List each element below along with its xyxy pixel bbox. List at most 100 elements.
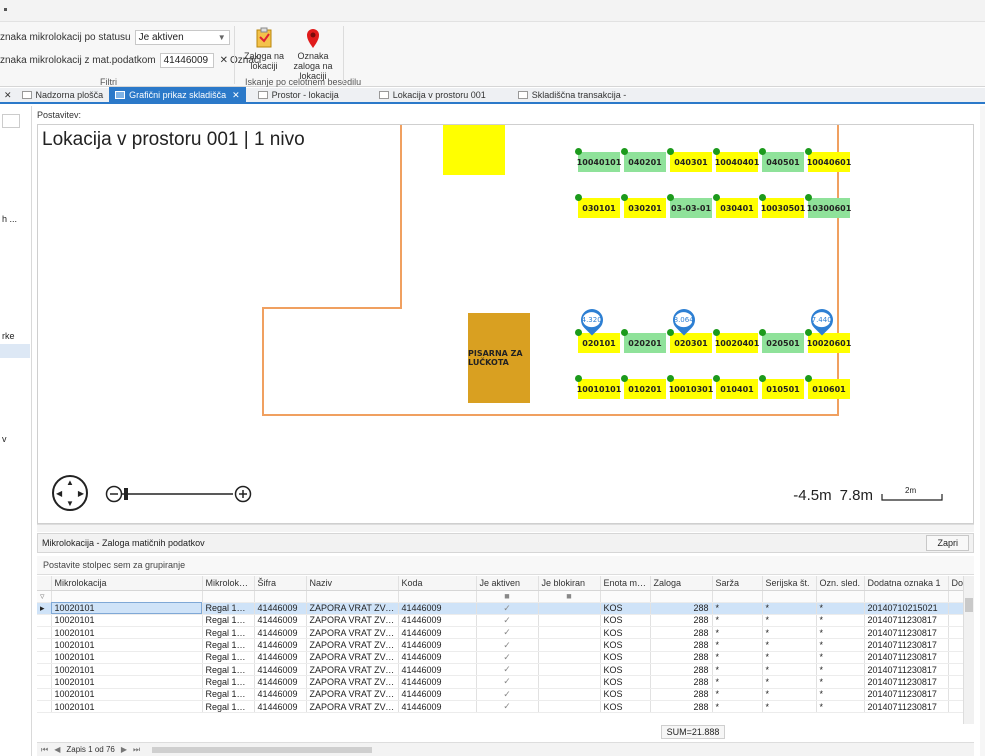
table-cell[interactable]: * <box>762 675 817 689</box>
column-header[interactable]: Je aktiven <box>476 576 539 591</box>
table-cell[interactable]: 10020101 <box>51 602 203 615</box>
table-cell[interactable]: 288 <box>650 614 713 628</box>
location-slot[interactable]: 10300601 <box>807 198 851 218</box>
table-cell[interactable] <box>538 700 601 714</box>
column-header[interactable]: Ozn. sled. <box>816 576 865 591</box>
close-button[interactable]: Zapri <box>926 535 969 551</box>
table-row[interactable]: 10020101 Regal 1002... 41446009 ZAPORA VRAT… <box>37 700 974 714</box>
first-page-icon[interactable]: ⏮ <box>41 745 48 755</box>
table-cell[interactable]: 41446009 <box>254 688 307 701</box>
pan-right-icon[interactable]: ▶ <box>78 489 84 498</box>
pan-control[interactable]: ▲ ▼ ◀ ▶ <box>52 475 88 511</box>
table-cell[interactable]: * <box>762 614 817 628</box>
close-icon[interactable]: ✕ <box>232 90 240 101</box>
table-cell[interactable]: Regal 1002... <box>202 688 255 701</box>
location-slot[interactable]: 10010101 <box>577 379 621 399</box>
table-cell[interactable]: 41446009 <box>398 675 477 689</box>
table-cell[interactable]: ✓ <box>476 688 539 701</box>
prev-page-icon[interactable]: ◀ <box>54 745 60 754</box>
table-cell[interactable]: 41446009 <box>254 675 307 689</box>
table-cell[interactable]: 41446009 <box>398 663 477 677</box>
group-panel[interactable]: Postavite stolpec sem za grupiranje <box>37 556 974 575</box>
location-slot[interactable]: 10040401 <box>715 152 759 172</box>
horizontal-scrollbar[interactable] <box>152 746 373 753</box>
table-cell[interactable]: Regal 1002... <box>202 700 255 714</box>
table-cell[interactable]: 20140710215021 <box>864 602 949 615</box>
location-slot[interactable]: 010401 <box>716 379 758 399</box>
menu-dot[interactable] <box>4 8 7 11</box>
location-slot[interactable]: 10020401 <box>715 333 759 353</box>
matdata-filter-input[interactable]: 41446009 <box>159 52 214 68</box>
tab-nadzorna-plosca[interactable]: Nadzorna plošča <box>16 87 110 103</box>
table-cell[interactable]: 10020101 <box>51 614 203 628</box>
table-cell[interactable]: * <box>712 700 763 714</box>
table-cell[interactable]: 41446009 <box>398 700 477 714</box>
table-cell[interactable]: * <box>712 688 763 701</box>
table-cell[interactable]: 10020101 <box>51 688 203 701</box>
table-cell[interactable]: Regal 1002... <box>202 638 255 652</box>
tab-lokacija-v-prostoru[interactable]: Lokacija v prostoru 001 <box>373 87 492 103</box>
table-row[interactable]: 10020101 Regal 1002... 41446009 ZAPORA VRAT… <box>37 626 974 640</box>
table-cell[interactable]: KOS <box>600 638 651 652</box>
table-cell[interactable]: ZAPORA VRAT ZV-446A... <box>306 700 399 714</box>
table-cell[interactable] <box>538 638 601 652</box>
table-cell[interactable]: ✓ <box>476 614 539 628</box>
splitter[interactable] <box>37 524 974 532</box>
table-cell[interactable]: 288 <box>650 700 713 714</box>
table-cell[interactable]: 41446009 <box>398 688 477 701</box>
table-cell[interactable]: ✓ <box>476 638 539 652</box>
left-nav-item[interactable]: h ... <box>2 214 17 224</box>
table-cell[interactable]: * <box>762 663 817 677</box>
table-cell[interactable]: 20140711230817 <box>864 614 949 628</box>
table-cell[interactable]: Regal 1002... <box>202 675 255 689</box>
column-header[interactable]: Sarža <box>712 576 763 591</box>
table-cell[interactable]: Regal 1002... <box>202 651 255 664</box>
pan-up-icon[interactable]: ▲ <box>66 478 74 487</box>
table-cell[interactable]: * <box>816 663 865 677</box>
table-cell[interactable]: 20140711230817 <box>864 663 949 677</box>
next-page-icon[interactable]: ▶ <box>121 745 127 754</box>
table-cell[interactable]: * <box>712 614 763 628</box>
table-cell[interactable]: KOS <box>600 614 651 628</box>
table-cell[interactable]: ZAPORA VRAT ZV-446A... <box>306 638 399 652</box>
table-cell[interactable]: * <box>816 602 865 615</box>
table-cell[interactable]: * <box>816 700 865 714</box>
table-cell[interactable]: 41446009 <box>398 602 477 615</box>
table-cell[interactable]: KOS <box>600 602 651 615</box>
column-header[interactable]: Zaloga <box>650 576 713 591</box>
tabs-close-icon[interactable]: ✕ <box>0 87 16 103</box>
column-header[interactable]: Serijska št. <box>762 576 817 591</box>
table-cell[interactable]: KOS <box>600 651 651 664</box>
table-cell[interactable]: ZAPORA VRAT ZV-446A... <box>306 614 399 628</box>
tab-skladiscna-transakcija[interactable]: Skladiščna transakcija - <box>512 87 633 103</box>
table-cell[interactable]: ZAPORA VRAT ZV-446A... <box>306 602 399 615</box>
tab-graficni-prikaz[interactable]: Grafični prikaz skladišča ✕ <box>109 87 246 103</box>
table-cell[interactable]: 288 <box>650 651 713 664</box>
table-cell[interactable] <box>538 602 601 615</box>
table-cell[interactable]: 20140711230817 <box>864 626 949 640</box>
column-header[interactable]: Enota mere <box>600 576 651 591</box>
stock-on-location-button[interactable]: Zaloga na lokaciji <box>238 27 290 71</box>
pan-down-icon[interactable]: ▼ <box>66 499 74 508</box>
table-cell[interactable]: 20140711230817 <box>864 688 949 701</box>
table-cell[interactable] <box>538 663 601 677</box>
table-cell[interactable]: 41446009 <box>254 614 307 628</box>
table-cell[interactable] <box>538 675 601 689</box>
table-cell[interactable]: * <box>762 651 817 664</box>
location-slot[interactable]: 020501 <box>762 333 804 353</box>
table-cell[interactable]: 10020101 <box>51 700 203 714</box>
table-cell[interactable]: ✓ <box>476 675 539 689</box>
tab-prostor-lokacija[interactable]: Prostor - lokacija <box>252 87 345 103</box>
table-cell[interactable]: KOS <box>600 675 651 689</box>
table-cell[interactable]: 10020101 <box>51 663 203 677</box>
vertical-scrollbar[interactable] <box>963 576 974 724</box>
table-cell[interactable] <box>538 626 601 640</box>
table-cell[interactable]: * <box>816 675 865 689</box>
table-cell[interactable]: ZAPORA VRAT ZV-446A... <box>306 626 399 640</box>
table-cell[interactable]: KOS <box>600 688 651 701</box>
table-cell[interactable]: * <box>712 675 763 689</box>
table-cell[interactable]: 10020101 <box>51 675 203 689</box>
table-cell[interactable]: 41446009 <box>254 700 307 714</box>
table-cell[interactable] <box>538 688 601 701</box>
table-cell[interactable]: * <box>762 638 817 652</box>
